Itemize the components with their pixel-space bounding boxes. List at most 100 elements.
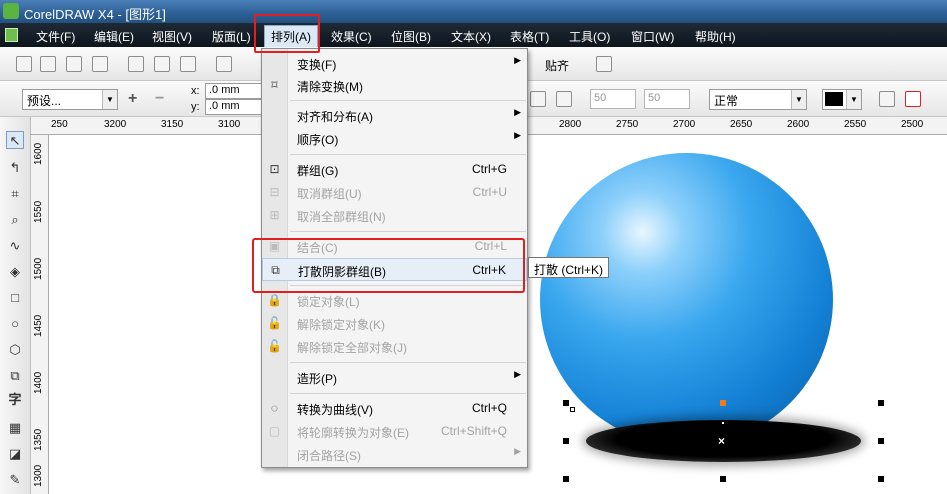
basic-shapes-icon[interactable]: ⧉ [6,367,24,385]
menu-bitmaps[interactable]: 位图(B) [391,28,431,45]
shape-tool-icon[interactable]: ↰ [6,159,24,177]
menu-tools[interactable]: 工具(O) [569,28,610,45]
add-preset-icon[interactable]: + [128,90,137,108]
selection-handle[interactable] [878,400,884,406]
selection-handle[interactable] [563,476,569,482]
menu-help[interactable]: 帮助(H) [695,28,736,45]
chevron-down-icon: ▼ [791,90,806,109]
menu-separator [290,362,526,363]
coreldraw-window: CorelDRAW X4 - [图形1] 文件(F) 编辑(E) 视图(V) 版… [0,0,947,494]
polygon-tool-icon[interactable]: ⬡ [6,341,24,359]
text-tool-icon[interactable]: 字 [6,391,24,409]
menu-item-group[interactable]: ⊡ 群组(G) Ctrl+G [262,158,527,180]
shadow-slider-handle[interactable] [721,421,725,425]
crop-tool-icon[interactable]: ⌗ [6,185,24,203]
menu-edit[interactable]: 编辑(E) [94,28,134,45]
paste-icon[interactable] [180,56,196,72]
clear-shadow-icon[interactable] [905,91,921,107]
menu-text[interactable]: 文本(X) [451,28,491,45]
menu-item-close-path[interactable]: 闭合路径(S) ▶ [262,443,527,465]
menu-item-ungroup[interactable]: ⊟ 取消群组(U) Ctrl+U [262,181,527,203]
menu-item-align-distribute[interactable]: 对齐和分布(A) ▶ [262,104,527,126]
menu-item-clear-transform[interactable]: ⌑ 清除变换(M) [262,74,527,96]
shadow-opacity-spinner[interactable]: 50 [590,89,636,109]
selection-handle[interactable] [563,438,569,444]
interactive-tool-icon[interactable]: ◪ [6,445,24,463]
y-input[interactable]: .0 mm [205,99,263,115]
menu-window[interactable]: 窗口(W) [631,28,674,45]
menu-view[interactable]: 视图(V) [152,28,192,45]
blend-mode-dropdown[interactable]: 正常 ▼ [709,89,807,110]
shadow-feather-spinner[interactable]: 50 [644,89,690,109]
title-bar: CorelDRAW X4 - [图形1] [0,0,947,23]
rectangle-tool-icon[interactable]: □ [6,289,24,307]
menu-layout[interactable]: 版面(L) [212,28,251,45]
menu-item-combine[interactable]: ▣ 结合(C) Ctrl+L [262,235,527,257]
menu-item-unlock-all[interactable]: 🔓 解除锁定全部对象(J) [262,335,527,357]
center-marker-icon: × [718,434,726,448]
menu-item-break-shadow-group[interactable]: ⧉ 打散阴影群组(B) Ctrl+K [262,258,527,281]
chevron-down-icon: ▼ [102,90,117,109]
snap-label[interactable]: 贴齐 [545,57,569,74]
selection-handle[interactable] [720,476,726,482]
shadow-copy-icon[interactable] [556,91,572,107]
open-icon[interactable] [40,56,56,72]
menu-item-order[interactable]: 顺序(O) ▶ [262,127,527,149]
submenu-arrow-icon: ▶ [514,446,521,456]
shadow-color-icon[interactable] [530,91,546,107]
menu-separator [290,154,526,155]
table-tool-icon[interactable]: ▦ [6,419,24,437]
remove-preset-icon[interactable]: − [155,90,164,108]
ruler-tick-label: 3200 [104,119,127,130]
outline-object-icon: ▢ [268,424,281,438]
eyedropper-tool-icon[interactable]: ✎ [6,471,24,489]
menu-table[interactable]: 表格(T) [510,28,549,45]
print-icon[interactable] [92,56,108,72]
selection-handle[interactable] [563,400,569,406]
menu-item-label: 群组(G) [297,164,339,178]
save-icon[interactable] [66,56,82,72]
menu-item-unlock-object[interactable]: 🔓 解除锁定对象(K) [262,312,527,334]
clear-transform-icon: ⌑ [271,78,278,92]
ellipse-tool-icon[interactable]: ○ [6,315,24,333]
zoom-tool-icon[interactable]: ⌕ [6,211,24,229]
menu-item-shortcut: Ctrl+G [471,162,507,176]
freehand-tool-icon[interactable]: ∿ [6,237,24,255]
copy-shadow-icon[interactable] [879,91,895,107]
shadow-start-handle[interactable] [570,407,575,412]
menu-item-transform[interactable]: 变换(F) ▶ [262,52,527,74]
menu-arrange[interactable]: 排列(A) [264,25,318,48]
selection-handle[interactable] [878,476,884,482]
vertical-ruler: 1600 1550 1500 1450 1400 1350 1300 [31,135,49,494]
copy-icon[interactable] [154,56,170,72]
x-input[interactable]: .0 mm [205,83,263,99]
menu-separator [290,100,526,101]
document-icon[interactable] [5,28,18,42]
ruler-tick-label: 2750 [616,119,639,130]
undo-icon[interactable] [216,56,232,72]
convert-curves-icon: ◌ [270,401,279,415]
menu-item-outline-to-object[interactable]: ▢ 将轮廓转换为对象(E) Ctrl+Shift+Q [262,420,527,442]
smart-fill-icon[interactable]: ◈ [6,263,24,281]
shadow-color-picker[interactable]: ▼ [822,89,862,110]
shadow-end-handle[interactable] [720,400,726,406]
menu-item-shaping[interactable]: 造形(P) ▶ [262,366,527,388]
preset-dropdown[interactable]: 预设... ▼ [22,89,118,110]
submenu-arrow-icon: ▶ [514,107,521,117]
selection-handle[interactable] [878,438,884,444]
menu-effects[interactable]: 效果(C) [331,28,372,45]
cut-icon[interactable] [128,56,144,72]
tooltip: 打散 (Ctrl+K) [528,257,610,278]
pick-tool-icon[interactable]: ↖ [6,131,24,149]
menu-item-label: 将轮廓转换为对象(E) [297,426,409,440]
combine-icon: ▣ [268,239,281,253]
menu-file[interactable]: 文件(F) [36,28,75,45]
menu-item-convert-to-curves[interactable]: ◌ 转换为曲线(V) Ctrl+Q [262,397,527,419]
options-icon[interactable] [596,56,612,72]
new-icon[interactable] [16,56,32,72]
menu-item-shortcut: Ctrl+L [474,239,507,253]
menu-separator [290,285,526,286]
menu-item-lock-object[interactable]: 🔒 锁定对象(L) [262,289,527,311]
menu-item-ungroup-all[interactable]: ⊞ 取消全部群组(N) [262,204,527,226]
blue-sphere-object[interactable] [540,153,833,446]
